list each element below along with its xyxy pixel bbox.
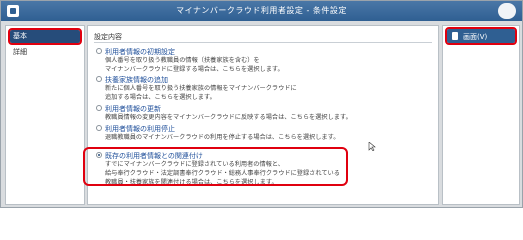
option-label[interactable]: 扶養家族情報の追加	[105, 75, 168, 85]
radio-icon[interactable]	[96, 125, 102, 131]
option-label[interactable]: 利用者情報の更新	[105, 104, 161, 114]
action-pane: 画面(V)	[442, 25, 520, 205]
option-description: 教職員情報の変更内容をマイナンバークラウドに反映する場合は、こちらを選択します。	[105, 114, 352, 121]
option-label[interactable]: 利用者情報の利用停止	[105, 124, 175, 134]
screen-button[interactable]: 画面(V)	[445, 27, 517, 45]
option-description: 個人番号を取り扱う教職員の情報（扶養家族を含む）を	[105, 57, 260, 64]
option-add-dependents[interactable]: 扶養家族情報の追加 新たに個人番号を取り扱う扶養家族の情報をマイナンバークラウド…	[96, 75, 436, 102]
screen-button-label: 画面(V)	[463, 33, 488, 41]
option-description: 追加する場合は、こちらを選択します。	[105, 94, 216, 101]
dialog-window: マイナンバークラウド利用者設定 - 条件設定 基本 詳細 設定内容 利用者情報の…	[0, 0, 523, 208]
option-suspend-users[interactable]: 利用者情報の利用停止 退職教職員のマイナンバークラウドの利用を停止する場合は、こ…	[96, 124, 436, 142]
section-title: 設定内容	[94, 33, 122, 41]
option-label[interactable]: 利用者情報の初期設定	[105, 47, 175, 57]
option-update-users[interactable]: 利用者情報の更新 教職員情報の変更内容をマイナンバークラウドに反映する場合は、こ…	[96, 104, 436, 122]
radio-icon[interactable]	[96, 105, 102, 111]
option-description: 退職教職員のマイナンバークラウドの利用を停止する場合は、こちらを選択します。	[105, 134, 340, 141]
nav-item-basic[interactable]: 基本	[8, 28, 82, 45]
mouse-cursor-icon	[368, 142, 376, 151]
selected-option-highlight	[83, 147, 348, 186]
option-initial-setup[interactable]: 利用者情報の初期設定 個人番号を取り扱う教職員の情報（扶養家族を含む）を マイナ…	[96, 47, 436, 74]
nav-item-detail[interactable]: 詳細	[10, 46, 80, 59]
option-description: マイナンバークラウドに登録する場合は、こちらを選択します。	[105, 66, 284, 73]
section-divider	[94, 42, 432, 43]
screen-icon	[452, 32, 458, 40]
radio-icon[interactable]	[96, 48, 102, 54]
mascot-icon	[498, 3, 516, 19]
title-bar: マイナンバークラウド利用者設定 - 条件設定	[1, 1, 522, 21]
left-nav: 基本 詳細	[5, 25, 85, 205]
window-title: マイナンバークラウド利用者設定 - 条件設定	[176, 6, 347, 15]
radio-icon[interactable]	[96, 76, 102, 82]
option-description: 新たに個人番号を取り扱う扶養家族の情報をマイナンバークラウドに	[105, 85, 297, 92]
